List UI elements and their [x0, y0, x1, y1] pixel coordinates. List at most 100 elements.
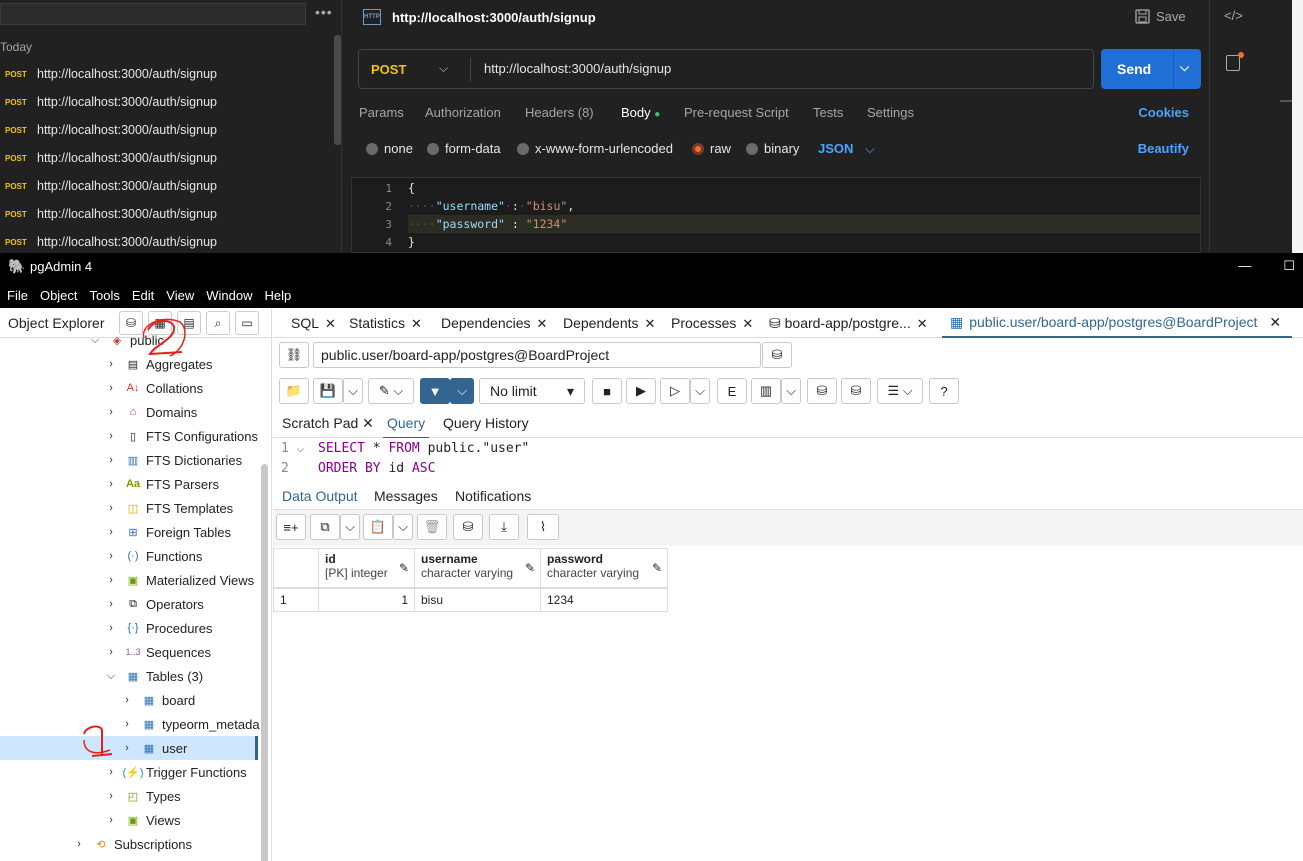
- tree-item-aggregates[interactable]: › ▤ Aggregates: [104, 352, 212, 376]
- filter-icon[interactable]: ▼: [420, 378, 450, 404]
- tree-item-trigger-functions[interactable]: › (⚡) Trigger Functions: [104, 760, 247, 784]
- edit-column-icon[interactable]: ✎: [525, 561, 535, 575]
- menu-file[interactable]: File: [0, 288, 34, 303]
- close-icon[interactable]: ✕: [325, 316, 336, 331]
- history-item[interactable]: POST http://localhost:3000/auth/signup: [0, 228, 330, 253]
- tree-item-fts-configurations[interactable]: › ▯ FTS Configurations: [104, 424, 258, 448]
- save-button[interactable]: Save: [1135, 9, 1186, 24]
- psql-tool-icon[interactable]: ▭: [235, 311, 259, 335]
- tree-item-fts-dictionaries[interactable]: › ▥ FTS Dictionaries: [104, 448, 242, 472]
- tree-item-types[interactable]: › ◰ Types: [104, 784, 181, 808]
- tree-item-functions[interactable]: › (·) Functions: [104, 544, 202, 568]
- close-icon[interactable]: ✕: [362, 415, 374, 431]
- documentation-icon[interactable]: [1226, 55, 1240, 71]
- menu-edit[interactable]: Edit: [126, 288, 160, 303]
- explain-icon[interactable]: E: [717, 378, 747, 404]
- history-search-input[interactable]: [0, 3, 306, 25]
- tab-authorization[interactable]: Authorization: [425, 105, 501, 120]
- explain-analyze-icon[interactable]: ▥: [751, 378, 781, 404]
- edit-icon[interactable]: ✎ ⌵: [368, 378, 414, 404]
- search-icon[interactable]: ⌕: [206, 311, 230, 335]
- tree-item-tables[interactable]: ⌵ ▦ Tables (3): [104, 664, 203, 688]
- tree-item-fts-parsers[interactable]: › Aa FTS Parsers: [104, 472, 219, 496]
- body-type-form-data[interactable]: form-data: [427, 141, 501, 156]
- connection-select[interactable]: public.user/board-app/postgres@BoardProj…: [313, 342, 761, 368]
- commit-icon[interactable]: ⛁: [807, 378, 837, 404]
- database-icon[interactable]: ⛁: [762, 342, 792, 368]
- open-file-icon[interactable]: 📁: [279, 378, 309, 404]
- close-icon[interactable]: ✕: [411, 316, 422, 331]
- tab-sql[interactable]: SQL ✕: [291, 315, 336, 332]
- graph-visualiser-icon[interactable]: ⌇: [527, 514, 559, 540]
- chevron-down-icon[interactable]: ⌵: [1180, 60, 1189, 75]
- tab-settings[interactable]: Settings: [867, 105, 914, 120]
- chevron-down-icon[interactable]: ⌵: [690, 378, 710, 404]
- history-item[interactable]: POST http://localhost:3000/auth/signup: [0, 88, 330, 116]
- tab-query-history[interactable]: Query History: [443, 415, 529, 431]
- send-button[interactable]: Send ⌵: [1101, 49, 1201, 89]
- chevron-down-icon[interactable]: ⌵: [450, 378, 474, 404]
- history-item[interactable]: POST http://localhost:3000/auth/signup: [0, 200, 330, 228]
- row-limit-select[interactable]: No limit ▾: [479, 378, 585, 404]
- tree-item-procedures[interactable]: › {·} Procedures: [104, 616, 212, 640]
- tree-item-user[interactable]: › ▦ user: [0, 736, 258, 760]
- add-row-icon[interactable]: ≡+: [276, 514, 306, 540]
- column-header-username[interactable]: username character varying ✎: [414, 548, 541, 588]
- cell-password[interactable]: 1234: [540, 588, 668, 612]
- beautify-link[interactable]: Beautify: [1138, 141, 1189, 156]
- tab-headers[interactable]: Headers (8): [525, 105, 594, 120]
- sidebar-scrollbar[interactable]: [334, 35, 341, 145]
- tab-tests[interactable]: Tests: [813, 105, 843, 120]
- filtered-rows-icon[interactable]: ▤: [177, 311, 201, 335]
- execute-options-icon[interactable]: ▷: [660, 378, 690, 404]
- tree-item-operators[interactable]: › ⧉ Operators: [104, 592, 204, 616]
- connection-status-icon[interactable]: ⛓: [279, 342, 309, 368]
- chevron-down-icon[interactable]: ⌵: [393, 514, 413, 540]
- more-options-icon[interactable]: •••: [315, 4, 333, 20]
- tree-item-materialized-views[interactable]: › ▣ Materialized Views: [104, 568, 254, 592]
- tab-pre-request-script[interactable]: Pre-request Script: [684, 105, 789, 120]
- tree-item-foreign-tables[interactable]: › ⊞ Foreign Tables: [104, 520, 231, 544]
- code-icon[interactable]: </>: [1224, 8, 1243, 23]
- cell-id[interactable]: 1: [318, 588, 415, 612]
- tab-query[interactable]: Query: [383, 415, 430, 439]
- cell-username[interactable]: bisu: [414, 588, 541, 612]
- help-icon[interactable]: ?: [929, 378, 959, 404]
- tree-item-domains[interactable]: › ⌂ Domains: [104, 400, 197, 424]
- tab-scratch-pad[interactable]: Scratch Pad ✕: [282, 415, 374, 432]
- tree-item-collations[interactable]: › A↓ Collations: [104, 376, 203, 400]
- tab-query-board-app[interactable]: ⛁ board-app/postgre... ✕: [769, 315, 928, 332]
- macros-icon[interactable]: ☰ ⌵: [877, 378, 923, 404]
- tab-dependents[interactable]: Dependents ✕: [563, 315, 655, 332]
- menu-view[interactable]: View: [160, 288, 200, 303]
- tree-item-views[interactable]: › ▣ Views: [104, 808, 180, 832]
- close-icon[interactable]: ✕: [645, 316, 656, 331]
- tab-messages[interactable]: Messages: [374, 488, 438, 504]
- chevron-down-icon[interactable]: ⌵: [340, 514, 360, 540]
- body-type-raw[interactable]: raw: [692, 141, 731, 156]
- menu-object[interactable]: Object: [34, 288, 84, 303]
- stop-icon[interactable]: ■: [592, 378, 622, 404]
- tab-view-data-user[interactable]: ▦ public.user/board-app/postgres@BoardPro…: [942, 308, 1292, 338]
- chevron-down-icon[interactable]: ⌵: [439, 61, 448, 76]
- tree-item-sequences[interactable]: › 1..3 Sequences: [104, 640, 211, 664]
- tree-item-fts-templates[interactable]: › ◫ FTS Templates: [104, 496, 233, 520]
- execute-icon[interactable]: ▶: [626, 378, 656, 404]
- tree-item-subscriptions[interactable]: › ⟲ Subscriptions: [72, 832, 192, 856]
- body-type-urlencoded[interactable]: x-www-form-urlencoded: [517, 141, 673, 156]
- history-item[interactable]: POST http://localhost:3000/auth/signup: [0, 144, 330, 172]
- edit-column-icon[interactable]: ✎: [399, 561, 409, 575]
- row-number[interactable]: 1: [273, 588, 319, 612]
- history-item[interactable]: POST http://localhost:3000/auth/signup: [0, 60, 330, 88]
- menu-window[interactable]: Window: [200, 288, 258, 303]
- tab-body[interactable]: Body ●: [621, 105, 660, 120]
- tree-scrollbar[interactable]: [261, 464, 268, 861]
- save-data-icon[interactable]: ⛁: [453, 514, 483, 540]
- tab-dependencies[interactable]: Dependencies ✕: [441, 315, 547, 332]
- chevron-down-icon[interactable]: ⌵: [343, 378, 363, 404]
- column-header-id[interactable]: id [PK] integer ✎: [318, 548, 415, 588]
- url-input[interactable]: http://localhost:3000/auth/signup: [484, 61, 671, 76]
- minimize-icon[interactable]: —: [1238, 258, 1251, 274]
- body-type-binary[interactable]: binary: [746, 141, 799, 156]
- menu-help[interactable]: Help: [259, 288, 298, 303]
